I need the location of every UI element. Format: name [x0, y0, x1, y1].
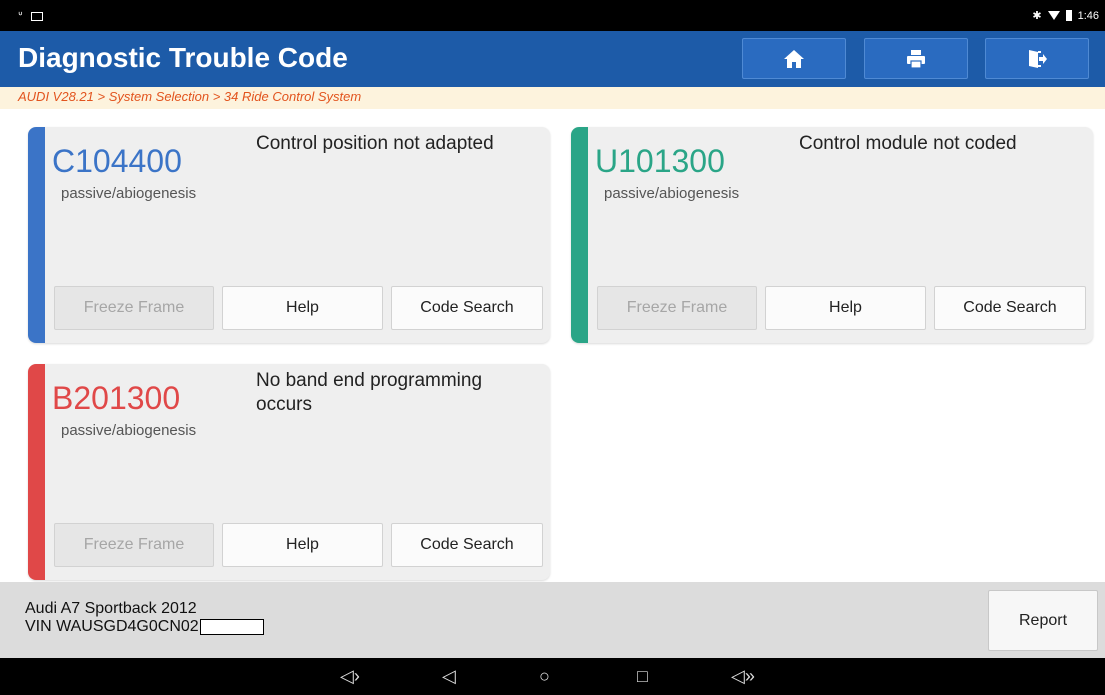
system-nav-bar: ◁› ◁ ○ □ ◁» [0, 658, 1105, 695]
dtc-card: B201300 passive/abiogenesis No band end … [28, 364, 550, 580]
dtc-code: C104400 [52, 143, 182, 179]
code-search-button[interactable]: Code Search [934, 286, 1086, 330]
help-button[interactable]: Help [765, 286, 926, 330]
code-search-button[interactable]: Code Search [391, 286, 543, 330]
status-bar: ᐡ ✱ 1:46 [0, 0, 1105, 31]
dtc-code: U101300 [595, 143, 725, 179]
dtc-status: passive/abiogenesis [61, 422, 197, 439]
dtc-color-bar [28, 127, 45, 343]
exit-icon [1029, 49, 1047, 68]
home-button[interactable] [742, 38, 846, 79]
back-icon[interactable]: ◁ [442, 666, 456, 686]
volume-down-icon[interactable]: ◁› [340, 666, 360, 686]
battery-icon [1065, 10, 1072, 21]
recents-icon[interactable]: □ [637, 666, 648, 686]
help-button[interactable]: Help [222, 523, 383, 567]
vin-redaction [199, 618, 264, 635]
dtc-color-bar [571, 127, 588, 343]
status-left-icons: ᐡ [18, 9, 43, 23]
status-time: 1:46 [1077, 9, 1099, 22]
volume-up-icon[interactable]: ◁» [731, 666, 755, 686]
vehicle-footer: Audi A7 Sportback 2012 VIN WAUSGD4G0CN02… [0, 582, 1105, 658]
dtc-description: Control module not coded [799, 133, 1017, 154]
dtc-status: passive/abiogenesis [604, 185, 740, 202]
dtc-description: No band end programming occurs [256, 370, 483, 415]
help-button[interactable]: Help [222, 286, 383, 330]
dtc-code: B201300 [52, 380, 181, 416]
image-icon [30, 11, 43, 21]
dtc-card: U101300 passive/abiogenesis Control modu… [571, 127, 1093, 343]
dtc-color-bar [28, 364, 45, 580]
status-right-icons: ✱ 1:46 [1032, 9, 1099, 23]
print-button[interactable] [864, 38, 968, 79]
exit-button[interactable] [985, 38, 1089, 79]
report-button[interactable]: Report [988, 590, 1098, 651]
usb-icon: ᐡ [18, 9, 23, 23]
bluetooth-icon: ✱ [1032, 10, 1042, 22]
vehicle-vin: VIN WAUSGD4G0CN02 [25, 618, 199, 635]
wifi-icon [1047, 11, 1060, 20]
vehicle-info: Audi A7 Sportback 2012 VIN WAUSGD4G0CN02 [25, 600, 264, 636]
freeze-frame-button[interactable]: Freeze Frame [54, 523, 214, 567]
home-icon [784, 49, 804, 68]
dtc-status: passive/abiogenesis [61, 185, 197, 202]
freeze-frame-button[interactable]: Freeze Frame [54, 286, 214, 330]
code-search-button[interactable]: Code Search [391, 523, 543, 567]
page-title: Diagnostic Trouble Code [18, 42, 348, 73]
vehicle-vin-row: VIN WAUSGD4G0CN02 [25, 618, 264, 636]
breadcrumb: AUDI V28.21 > System Selection > 34 Ride… [0, 87, 1105, 109]
vehicle-model: Audi A7 Sportback 2012 [25, 600, 197, 617]
home-nav-icon[interactable]: ○ [539, 666, 550, 686]
dtc-card: C104400 passive/abiogenesis Control posi… [28, 127, 550, 343]
freeze-frame-button[interactable]: Freeze Frame [597, 286, 757, 330]
dtc-description: Control position not adapted [256, 133, 494, 154]
printer-icon [907, 49, 925, 69]
app-header: Diagnostic Trouble Code [0, 31, 1105, 87]
